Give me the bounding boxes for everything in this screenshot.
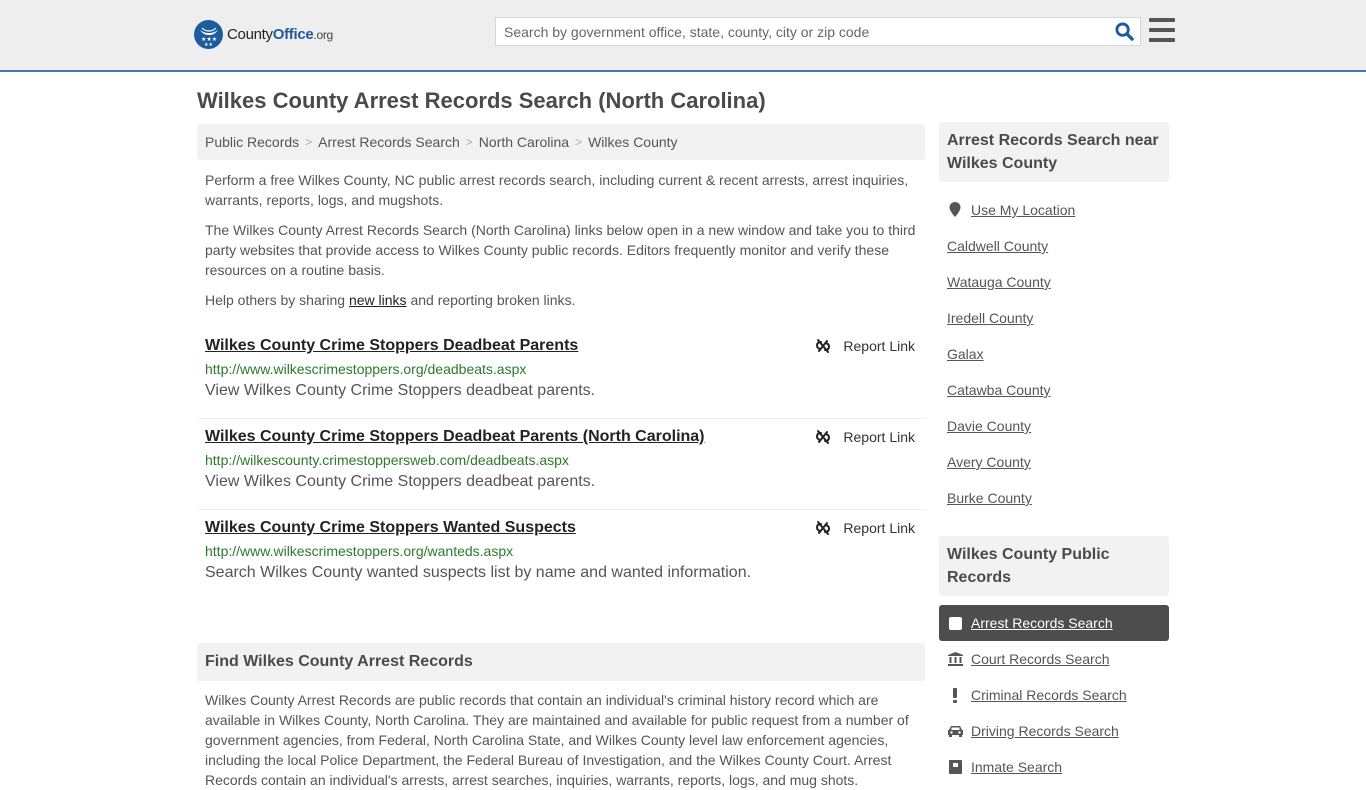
report-link-button[interactable]: Report Link xyxy=(815,520,915,536)
nearby-link-davie-county[interactable]: Davie County xyxy=(947,418,1031,434)
sidebar-link-label[interactable]: Inmate Search xyxy=(971,759,1062,775)
broken-link-icon xyxy=(816,339,831,353)
intro-paragraph-1: Perform a free Wilkes County, NC public … xyxy=(205,172,909,208)
nearby-item[interactable]: Burke County xyxy=(939,480,1169,516)
page-title: Wilkes County Arrest Records Search (Nor… xyxy=(197,88,766,113)
courthouse-icon xyxy=(947,652,963,666)
public-records-list: Arrest Records Search Court Records Sear… xyxy=(939,605,1169,785)
intro-text: Perform a free Wilkes County, NC public … xyxy=(197,170,925,310)
result-item: Wilkes County Crime Stoppers Wanted Susp… xyxy=(197,510,925,601)
result-url: http://www.wilkescrimestoppers.org/wante… xyxy=(205,543,514,559)
sidebar-item-court-records-search[interactable]: Court Records Search xyxy=(939,641,1169,677)
result-description: Search Wilkes County wanted suspects lis… xyxy=(205,564,752,581)
nearby-link-catawba-county[interactable]: Catawba County xyxy=(947,382,1051,398)
use-my-location-item[interactable]: Use My Location xyxy=(939,192,1169,228)
sidebar-item-criminal-records-search[interactable]: Criminal Records Search xyxy=(939,677,1169,713)
result-item: Wilkes County Crime Stoppers Deadbeat Pa… xyxy=(197,419,925,510)
nearby-link-galax[interactable]: Galax xyxy=(947,346,984,362)
map-pin-icon xyxy=(947,202,963,218)
nearby-item[interactable]: Catawba County xyxy=(939,372,1169,408)
exclamation-icon xyxy=(947,687,963,703)
result-description: View Wilkes County Crime Stoppers deadbe… xyxy=(205,382,596,399)
result-description: View Wilkes County Crime Stoppers deadbe… xyxy=(205,473,596,490)
car-icon xyxy=(947,725,963,737)
sidebar-link-label[interactable]: Court Records Search xyxy=(971,651,1110,667)
result-title-link[interactable]: Wilkes County Crime Stoppers Deadbeat Pa… xyxy=(205,427,705,447)
broken-link-icon xyxy=(816,521,831,535)
report-link-button[interactable]: Report Link xyxy=(815,338,915,354)
logo-text: CountyOffice.org xyxy=(227,26,333,43)
breadcrumb-separator: > xyxy=(575,135,583,149)
sidebar-item-driving-records-search[interactable]: Driving Records Search xyxy=(939,713,1169,749)
search-input[interactable] xyxy=(496,18,1108,45)
intro-paragraph-2: The Wilkes County Arrest Records Search … xyxy=(205,222,916,278)
nearby-item[interactable]: Davie County xyxy=(939,408,1169,444)
breadcrumb-arrest-records-search[interactable]: Arrest Records Search xyxy=(318,134,460,150)
result-url: http://www.wilkescrimestoppers.org/deadb… xyxy=(205,361,527,377)
nearby-heading: Arrest Records Search near Wilkes County xyxy=(939,122,1169,182)
svg-text:★★: ★★ xyxy=(204,42,213,46)
site-header: ★★★ ★★ CountyOffice.org xyxy=(0,0,1366,72)
sidebar-item-inmate-search[interactable]: Inmate Search xyxy=(939,749,1169,785)
nearby-link-watauga-county[interactable]: Watauga County xyxy=(947,274,1051,290)
results-list: Wilkes County Crime Stoppers Deadbeat Pa… xyxy=(197,328,925,601)
result-url: http://wilkescounty.crimestoppersweb.com… xyxy=(205,452,569,468)
nearby-item[interactable]: Avery County xyxy=(939,444,1169,480)
sidebar-link-label[interactable]: Arrest Records Search xyxy=(971,615,1113,631)
new-links-link[interactable]: new links xyxy=(349,292,407,308)
search-box xyxy=(495,17,1141,46)
sidebar-link-label[interactable]: Driving Records Search xyxy=(971,723,1119,739)
sidebar-item-arrest-records-search[interactable]: Arrest Records Search xyxy=(939,605,1169,641)
find-records-heading: Find Wilkes County Arrest Records xyxy=(197,643,925,681)
logo-eagle-icon: ★★★ ★★ xyxy=(194,20,223,49)
nearby-item[interactable]: Galax xyxy=(939,336,1169,372)
breadcrumb-north-carolina[interactable]: North Carolina xyxy=(479,134,569,150)
result-item: Wilkes County Crime Stoppers Deadbeat Pa… xyxy=(197,328,925,419)
find-records-text: Wilkes County Arrest Records are public … xyxy=(205,692,909,788)
breadcrumb-separator: > xyxy=(305,135,313,149)
breadcrumb: Public Records > Arrest Records Search >… xyxy=(197,124,925,160)
nearby-list: Use My Location Caldwell County Watauga … xyxy=(939,192,1169,516)
nearby-item[interactable]: Watauga County xyxy=(939,264,1169,300)
result-title-link[interactable]: Wilkes County Crime Stoppers Deadbeat Pa… xyxy=(205,336,578,356)
nearby-item[interactable]: Caldwell County xyxy=(939,228,1169,264)
public-records-heading: Wilkes County Public Records xyxy=(939,536,1169,596)
sidebar-link-label[interactable]: Criminal Records Search xyxy=(971,687,1127,703)
breadcrumb-public-records[interactable]: Public Records xyxy=(205,134,299,150)
intro-paragraph-3: Help others by sharing new links and rep… xyxy=(205,292,576,308)
inmate-icon xyxy=(947,760,963,774)
search-button[interactable] xyxy=(1108,18,1140,45)
nearby-link-caldwell-county[interactable]: Caldwell County xyxy=(947,238,1048,254)
broken-link-icon xyxy=(816,430,831,444)
use-my-location-link[interactable]: Use My Location xyxy=(971,202,1075,218)
search-icon xyxy=(1114,22,1134,41)
main-content: Public Records > Arrest Records Search >… xyxy=(197,124,925,790)
logo-link[interactable]: ★★★ ★★ CountyOffice.org xyxy=(194,20,333,49)
result-title-link[interactable]: Wilkes County Crime Stoppers Wanted Susp… xyxy=(205,518,576,538)
hamburger-menu-icon[interactable] xyxy=(1149,18,1175,42)
square-icon xyxy=(947,616,963,630)
breadcrumb-wilkes-county[interactable]: Wilkes County xyxy=(588,134,677,150)
breadcrumb-separator: > xyxy=(465,135,473,149)
report-link-button[interactable]: Report Link xyxy=(815,429,915,445)
nearby-link-avery-county[interactable]: Avery County xyxy=(947,454,1031,470)
sidebar: Arrest Records Search near Wilkes County… xyxy=(939,122,1169,785)
nearby-link-iredell-county[interactable]: Iredell County xyxy=(947,310,1033,326)
nearby-link-burke-county[interactable]: Burke County xyxy=(947,490,1032,506)
nearby-item[interactable]: Iredell County xyxy=(939,300,1169,336)
